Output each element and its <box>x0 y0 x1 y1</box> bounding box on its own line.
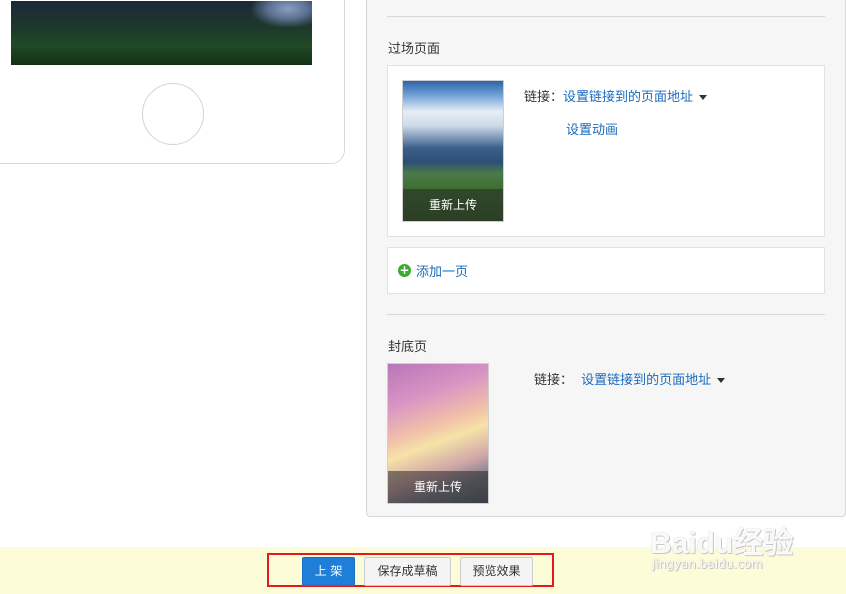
back-cover-thumbnail: 重新上传 <box>387 363 489 504</box>
add-page-button[interactable]: + 添加一页 <box>398 261 468 280</box>
plus-circle-icon: + <box>398 263 411 277</box>
section-divider <box>387 314 825 315</box>
save-draft-button[interactable]: 保存成草稿 <box>364 557 451 586</box>
preview-button[interactable]: 预览效果 <box>460 557 533 586</box>
transition-section-title: 过场页面 <box>388 42 441 57</box>
add-page-label: 添加一页 <box>416 265 469 280</box>
page-settings-panel: 过场页面 重新上传 链接：设置链接到的页面地址 设置动画 + 添加一页 封底页 … <box>366 0 846 517</box>
bottom-action-bar: 上 架 保存成草稿 预览效果 <box>0 547 846 594</box>
set-animation-link[interactable]: 设置动画 <box>566 119 618 138</box>
back-cover-link-label: 链接： <box>534 373 574 388</box>
section-divider <box>387 16 825 17</box>
phone-screen-image <box>11 1 312 65</box>
back-cover-section-title: 封底页 <box>388 340 428 355</box>
phone-preview <box>0 0 345 164</box>
publish-button[interactable]: 上 架 <box>302 557 355 586</box>
back-cover-reupload-button[interactable]: 重新上传 <box>388 471 488 503</box>
screen-cloud-detail <box>252 1 312 27</box>
transition-link-select[interactable]: 设置链接到的页面地址 <box>563 90 693 105</box>
transition-page-card: 重新上传 链接：设置链接到的页面地址 设置动画 <box>387 65 825 237</box>
add-page-card: + 添加一页 <box>387 247 825 294</box>
phone-home-button <box>142 83 204 145</box>
back-cover-link-select[interactable]: 设置链接到的页面地址 <box>581 373 711 388</box>
chevron-down-icon[interactable] <box>699 95 708 100</box>
back-cover-link-row: 链接： 设置链接到的页面地址 <box>534 369 726 388</box>
transition-link-row: 链接：设置链接到的页面地址 <box>524 86 708 105</box>
chevron-down-icon[interactable] <box>717 378 726 383</box>
transition-thumbnail: 重新上传 <box>402 80 504 222</box>
transition-link-label: 链接： <box>524 90 564 105</box>
transition-reupload-button[interactable]: 重新上传 <box>403 189 503 221</box>
